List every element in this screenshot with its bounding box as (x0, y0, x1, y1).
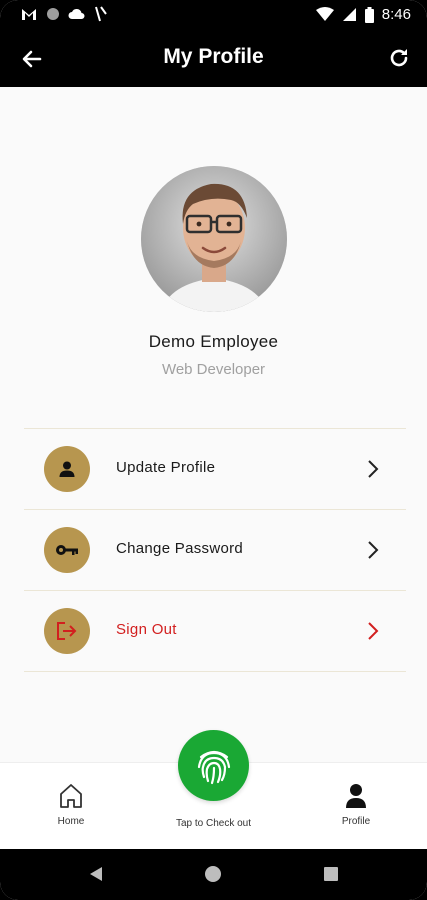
sign-out-icon (57, 622, 77, 640)
employee-name: Demo Employee (148, 332, 279, 351)
menu-item-label: Change Password (116, 540, 244, 557)
signal-slash-icon (95, 6, 107, 22)
app-bar: My Profile (0, 30, 427, 87)
status-notifications (20, 6, 108, 22)
person-icon (59, 461, 75, 477)
profile-photo (141, 166, 287, 312)
fingerprint-icon (197, 750, 230, 784)
chevron-right-icon (368, 541, 379, 559)
wifi-icon (315, 7, 334, 21)
avatar (141, 166, 287, 312)
profile-menu: Update Profile Change Password Sign Out (24, 428, 406, 672)
refresh-icon[interactable] (387, 46, 411, 70)
system-back-icon[interactable] (88, 866, 104, 882)
phone-screen: 8:46 My Profile Demo Employee Web Develo… (0, 0, 427, 900)
check-out-button[interactable] (178, 730, 249, 801)
nav-item-profile[interactable]: Profile (311, 763, 401, 850)
chevron-right-icon (368, 622, 379, 640)
battery-icon (364, 6, 374, 23)
cellular-icon (342, 8, 356, 21)
menu-icon-circle (44, 608, 90, 654)
menu-item-sign-out[interactable]: Sign Out (24, 591, 406, 671)
system-home-icon[interactable] (205, 866, 221, 882)
status-system: 8:46 (315, 6, 411, 23)
menu-divider (24, 671, 406, 672)
menu-item-label: Sign Out (116, 621, 177, 638)
person-icon (346, 784, 366, 808)
gmail-icon (22, 9, 36, 20)
system-recents-icon[interactable] (324, 867, 338, 881)
status-time: 8:46 (381, 6, 411, 23)
chevron-right-icon (368, 460, 379, 478)
system-nav-bar (0, 849, 427, 900)
menu-item-update-profile[interactable]: Update Profile (24, 429, 406, 509)
cloud-icon (68, 8, 85, 20)
page-title: My Profile (163, 45, 264, 68)
menu-icon-circle (44, 446, 90, 492)
employee-role: Web Developer (161, 361, 266, 378)
nav-label-home: Home (57, 816, 85, 827)
nav-item-home[interactable]: Home (26, 763, 116, 850)
nav-label-profile: Profile (341, 816, 371, 827)
menu-item-label: Update Profile (116, 459, 216, 476)
home-icon (60, 784, 82, 808)
circle-notification-icon (47, 8, 59, 20)
status-bar: 8:46 (0, 0, 427, 30)
menu-icon-circle (44, 527, 90, 573)
check-out-label: Tap to Check out (175, 818, 252, 829)
menu-item-change-password[interactable]: Change Password (24, 510, 406, 590)
key-icon (56, 545, 78, 555)
